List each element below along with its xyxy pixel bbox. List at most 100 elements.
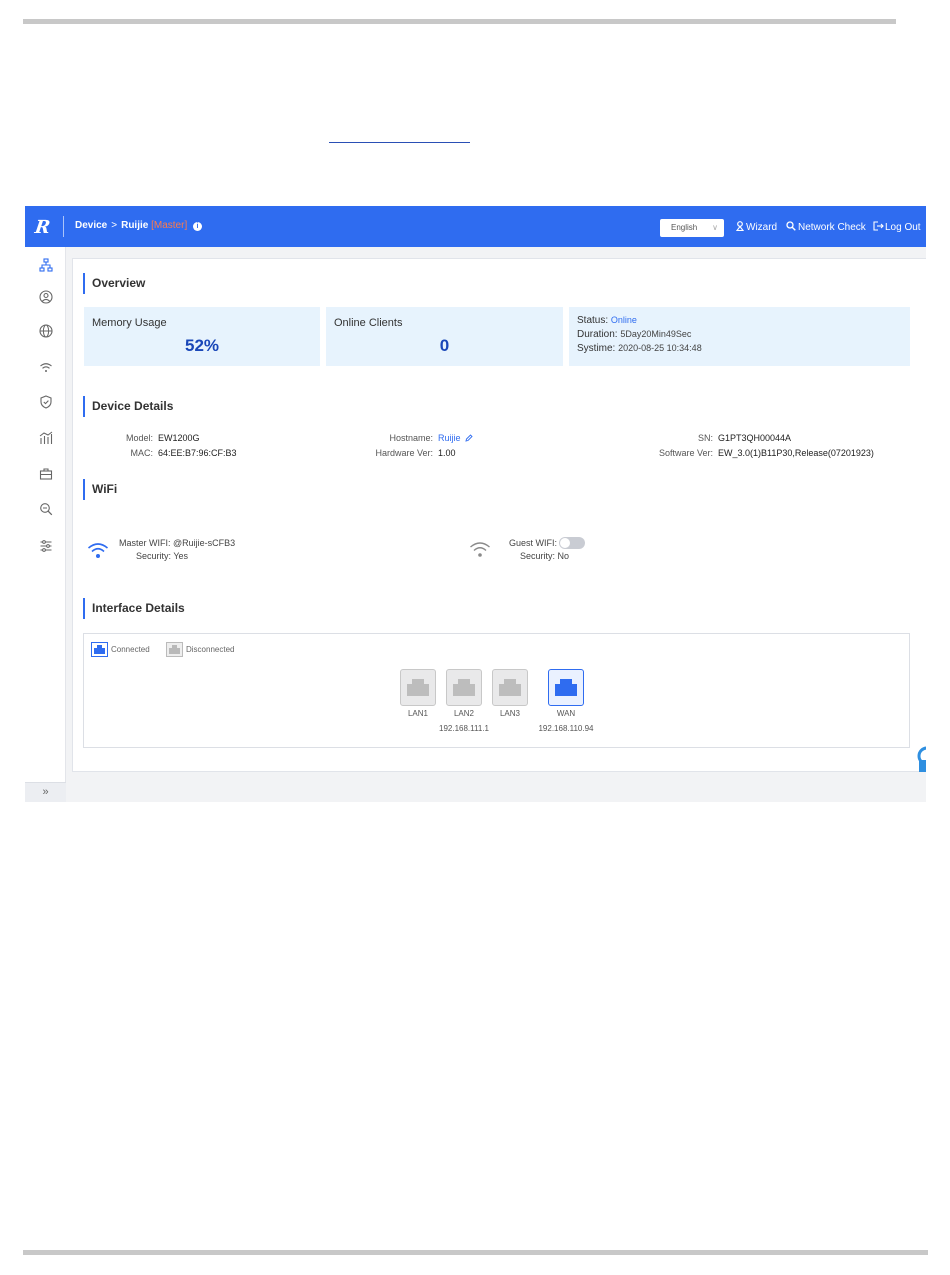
master-wifi-label: Master WIFI: xyxy=(119,538,171,548)
language-select[interactable]: English ∨ xyxy=(660,219,724,237)
master-security-label: Security: xyxy=(136,551,172,561)
hostname-label: Hostname: xyxy=(389,433,433,443)
disconnected-swatch xyxy=(166,642,183,657)
duration-value: 5Day20Min49Sec xyxy=(620,329,692,339)
mac-value: 64:EE:B7:96:CF:B3 xyxy=(158,448,237,458)
port-lan1[interactable] xyxy=(400,669,436,706)
online-clients-value: 0 xyxy=(439,336,450,355)
document-link-underline xyxy=(329,142,470,143)
legend-disconnected: Disconnected xyxy=(166,642,234,657)
master-security-value: Yes xyxy=(173,551,189,561)
chart-icon xyxy=(39,431,53,444)
logo-divider xyxy=(63,216,64,237)
hardware-ver-value: 1.00 xyxy=(438,448,456,458)
breadcrumb-device[interactable]: Device xyxy=(75,220,107,231)
guest-wifi-label: Guest WIFI: xyxy=(509,538,558,548)
systime-value: 2020-08-25 10:34:48 xyxy=(618,343,702,353)
port-icon xyxy=(169,645,180,654)
sidebar-collapse-button[interactable]: » xyxy=(25,782,66,802)
online-clients-card[interactable]: Online Clients 0 xyxy=(326,307,563,366)
sidebar-item-overview[interactable] xyxy=(37,256,55,274)
connected-swatch xyxy=(91,642,108,657)
guest-wifi-toggle[interactable] xyxy=(559,537,586,549)
mac-row: MAC: 64:EE:B7:96:CF:B3 xyxy=(93,448,237,458)
breadcrumb-hostname: Ruijie xyxy=(121,220,149,231)
interface-details-title: Interface Details xyxy=(83,598,185,619)
sidebar-item-monitor[interactable] xyxy=(37,429,55,447)
model-label: Model: xyxy=(125,433,153,443)
logout-label: Log Out xyxy=(885,222,921,233)
app-window: R Device > Ruijie [Master] i English ∨ Wiz… xyxy=(25,206,926,802)
hostname-value[interactable]: Ruijie xyxy=(438,433,461,443)
status-row: Status: Online xyxy=(577,315,637,326)
page-bottom-rule xyxy=(23,1250,928,1255)
port-lan2[interactable] xyxy=(446,669,482,706)
software-ver-label: Software Ver: xyxy=(658,448,713,458)
wifi-icon xyxy=(40,363,52,372)
overview-title: Overview xyxy=(83,273,145,294)
sidebar-item-wireless[interactable] xyxy=(37,358,55,376)
port-wan-label: WAN xyxy=(556,709,576,718)
wifi-title: WiFi xyxy=(83,479,117,500)
guest-security-label: Security: xyxy=(520,551,556,561)
breadcrumb-separator: > xyxy=(111,220,118,231)
port-lan3[interactable] xyxy=(492,669,528,706)
wizard-icon xyxy=(735,221,745,232)
lan-ip-address: 192.168.111.1 xyxy=(439,724,489,733)
sidebar-item-system[interactable] xyxy=(37,465,55,483)
legend-disconnected-label: Disconnected xyxy=(186,645,235,654)
duration-row: Duration: 5Day20Min49Sec xyxy=(577,329,691,340)
guest-wifi-icon xyxy=(470,542,490,557)
model-row: Model: EW1200G xyxy=(93,433,200,443)
ethernet-port-icon xyxy=(555,679,577,696)
status-card: Status: Online Duration: 5Day20Min49Sec … xyxy=(569,307,910,366)
info-icon[interactable]: i xyxy=(193,222,203,231)
ethernet-port-icon xyxy=(453,679,475,696)
legend-connected: Connected xyxy=(91,642,150,657)
logout-button[interactable]: Log Out xyxy=(873,221,921,233)
main-card: Overview Memory Usage 52% Online Clients… xyxy=(72,258,926,772)
user-icon xyxy=(39,290,53,304)
toolbox-icon xyxy=(39,468,53,480)
logout-icon xyxy=(873,221,884,231)
master-wifi-ssid[interactable]: @Ruijie-sCFB3 xyxy=(173,538,235,548)
chevron-down-icon: ∨ xyxy=(712,223,718,232)
status-value: Online xyxy=(610,315,637,325)
online-clients-label: Online Clients xyxy=(334,317,403,329)
port-wan[interactable] xyxy=(548,669,584,706)
sn-value: G1PT3QH00044A xyxy=(718,433,792,443)
network-check-label: Network Check xyxy=(798,222,866,233)
sidebar-item-advanced[interactable] xyxy=(37,537,55,555)
edit-icon[interactable] xyxy=(465,434,473,442)
wizard-label: Wizard xyxy=(746,222,778,233)
ruijie-logo[interactable]: R xyxy=(34,217,52,238)
model-value: EW1200G xyxy=(158,433,200,443)
breadcrumb: Device > Ruijie [Master] i xyxy=(75,220,203,231)
settings-icon xyxy=(40,540,52,552)
guest-wifi-info: Guest WIFI: Security: No xyxy=(509,537,586,563)
sn-row: SN: G1PT3QH00044A xyxy=(633,433,791,443)
guest-security-value: No xyxy=(557,551,570,561)
sidebar-item-clients[interactable] xyxy=(37,288,55,306)
master-role-badge: [Master] xyxy=(151,220,188,231)
sidebar-item-network[interactable] xyxy=(37,322,55,340)
shield-icon xyxy=(40,395,52,409)
page-top-rule xyxy=(23,19,896,24)
duration-label: Duration: xyxy=(577,329,618,340)
port-lan3-label: LAN3 xyxy=(499,709,520,718)
globe-icon xyxy=(39,324,53,338)
hardware-ver-label: Hardware Ver: xyxy=(375,448,433,458)
network-check-button[interactable]: Network Check xyxy=(786,221,866,233)
software-ver-row: Software Ver: EW_3.0(1)B11P30,Release(072… xyxy=(633,448,874,458)
port-icon xyxy=(94,645,105,654)
device-details-title: Device Details xyxy=(83,396,173,417)
memory-usage-value: 52% xyxy=(184,336,220,355)
assistant-icon[interactable] xyxy=(913,744,926,774)
sidebar-item-security[interactable] xyxy=(37,393,55,411)
network-check-icon xyxy=(786,221,796,231)
ethernet-port-icon xyxy=(407,679,429,696)
sidebar-item-diagnostics[interactable] xyxy=(37,500,55,518)
interface-panel: Connected Disconnected LAN1 LAN2 LAN3 WA… xyxy=(83,633,910,748)
wizard-button[interactable]: Wizard xyxy=(735,221,778,233)
topology-icon xyxy=(39,258,53,272)
